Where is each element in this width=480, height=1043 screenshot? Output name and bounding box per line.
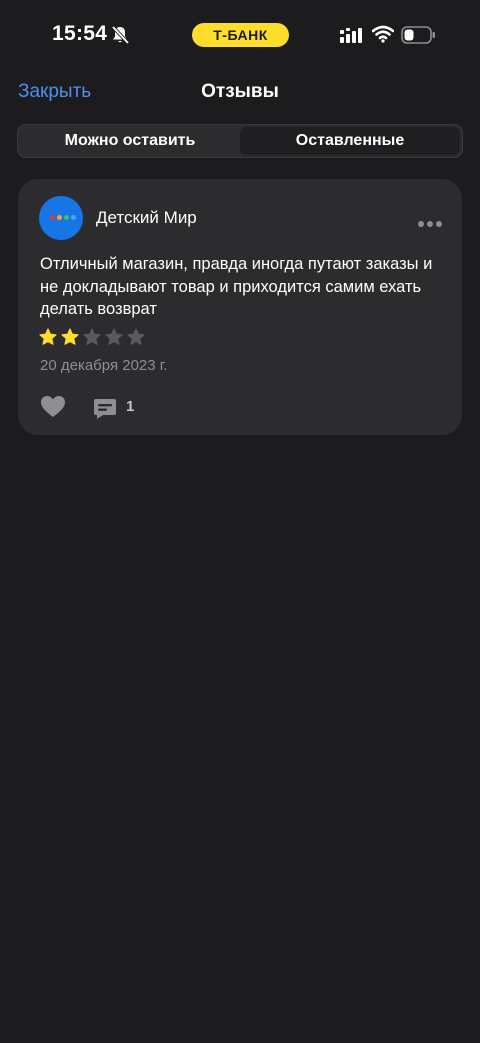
shop-logo-icon[interactable] bbox=[39, 196, 83, 240]
review-tabs: Можно оставить Оставленные bbox=[17, 124, 463, 158]
comment-icon[interactable] bbox=[93, 398, 117, 425]
shop-name[interactable]: Детский Мир bbox=[96, 208, 197, 228]
logo-dots bbox=[50, 215, 76, 220]
status-time: 15:54 bbox=[52, 22, 108, 45]
star-empty-icon bbox=[127, 328, 145, 351]
review-card[interactable]: Детский Мир Отличный магазин, правда ино… bbox=[18, 179, 462, 435]
star-empty-icon bbox=[105, 328, 123, 351]
close-button[interactable]: Закрыть bbox=[18, 81, 91, 103]
review-date: 20 декабря 2023 г. bbox=[40, 357, 168, 374]
wifi-icon bbox=[371, 25, 395, 48]
tab-can-leave[interactable]: Можно оставить bbox=[20, 127, 240, 155]
navigation-bar: Отзывы Закрыть bbox=[0, 72, 480, 112]
comment-count: 1 bbox=[126, 398, 135, 415]
star-empty-icon bbox=[83, 328, 101, 351]
bell-slash-icon bbox=[110, 25, 130, 50]
star-filled-icon bbox=[39, 328, 57, 351]
bank-pill[interactable]: Т‑БАНК bbox=[192, 23, 289, 47]
cellular-signal-icon bbox=[340, 27, 364, 48]
star-filled-icon bbox=[61, 328, 79, 351]
star-rating bbox=[39, 328, 145, 351]
review-text: Отличный магазин, правда иногда путают з… bbox=[40, 255, 433, 318]
more-options-icon[interactable] bbox=[417, 215, 443, 233]
battery-icon bbox=[401, 26, 436, 49]
tab-left[interactable]: Оставленные bbox=[240, 127, 460, 155]
status-bar: 15:54 Т‑БАНК bbox=[0, 0, 480, 70]
heart-icon[interactable] bbox=[40, 395, 66, 424]
